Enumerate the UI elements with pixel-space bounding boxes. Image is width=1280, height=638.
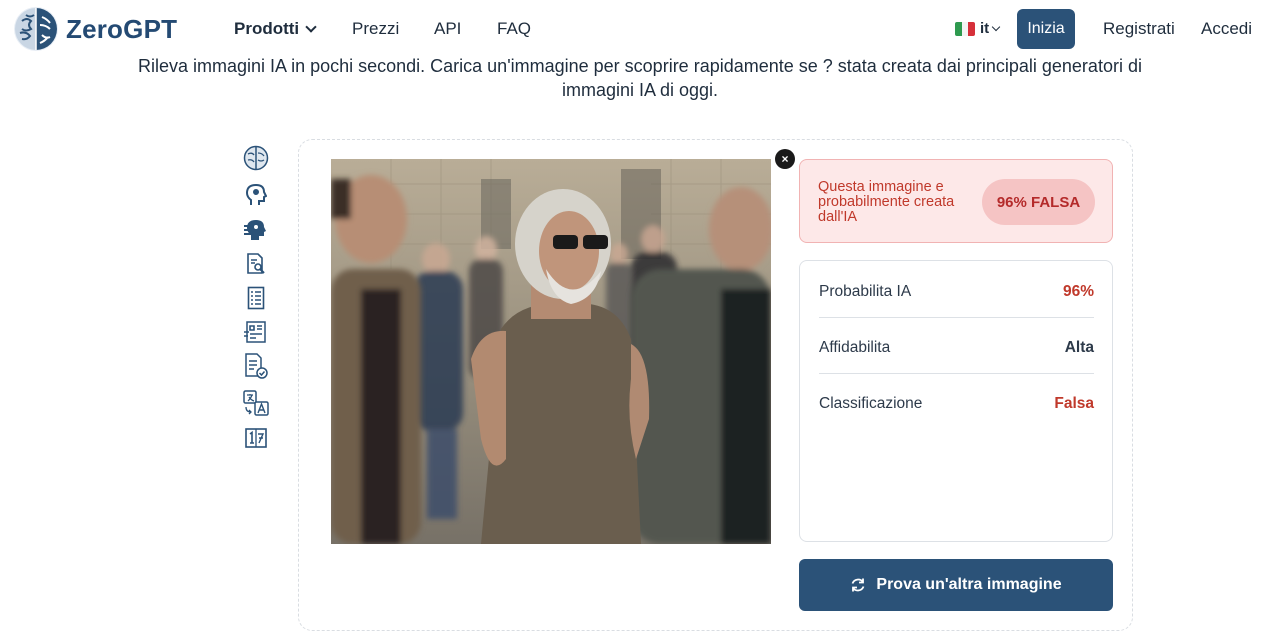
brain-logo-icon	[14, 7, 58, 51]
top-navbar: ZeroGPT Prodotti Prezzi API FAQ it Inizi…	[0, 0, 1280, 58]
uploaded-image	[331, 159, 771, 544]
chevron-down-icon	[991, 22, 1001, 31]
verdict-badge: 96% FALSA	[982, 179, 1095, 225]
register-link[interactable]: Registrati	[1103, 19, 1175, 39]
result-stats-panel: Probabilita IA 96% Affidabilita Alta Cla…	[799, 260, 1113, 542]
nav-prices-link[interactable]: Prezzi	[352, 19, 399, 39]
nav-products-dropdown[interactable]: Prodotti	[234, 19, 317, 39]
language-selector[interactable]: it	[955, 20, 1001, 37]
stat-value: 96%	[1062, 282, 1094, 300]
document-grid-icon[interactable]	[243, 319, 269, 345]
try-another-image-button[interactable]: Prova un'altra immagine	[799, 559, 1113, 611]
italy-flag-icon	[955, 21, 975, 36]
nav-products-label: Prodotti	[234, 19, 300, 38]
brain-icon[interactable]	[243, 145, 269, 171]
document-search-icon[interactable]	[243, 251, 269, 277]
word-count-icon[interactable]	[243, 425, 269, 451]
close-icon: ×	[781, 152, 789, 166]
head-profile-icon[interactable]	[243, 182, 269, 208]
stat-label: Classificazione	[819, 395, 923, 412]
verdict-alert: Questa immagine e probabilmente creata d…	[799, 159, 1113, 243]
nav-api-link[interactable]: API	[434, 19, 461, 39]
verdict-text: Questa immagine e probabilmente creata d…	[818, 179, 955, 225]
stat-row-reliability: Affidabilita Alta	[819, 322, 1094, 374]
remove-image-button[interactable]: ×	[775, 149, 795, 169]
stat-label: Probabilita IA	[819, 282, 912, 300]
language-code: it	[980, 20, 990, 37]
document-check-icon[interactable]	[243, 353, 269, 379]
stat-row-ai-probability: Probabilita IA 96%	[819, 266, 1094, 318]
retry-button-label: Prova un'altra immagine	[876, 576, 1062, 593]
stat-label: Affidabilita	[819, 338, 891, 356]
login-link[interactable]: Accedi	[1201, 19, 1252, 39]
translate-icon[interactable]	[243, 390, 269, 416]
logo[interactable]: ZeroGPT	[12, 5, 177, 53]
logo-text: ZeroGPT	[66, 13, 178, 44]
ai-head-icon[interactable]	[243, 217, 269, 243]
refresh-icon	[852, 578, 865, 592]
nav-faq-link[interactable]: FAQ	[497, 19, 531, 39]
page-subtitle: Rileva immagini IA in pochi secondi. Car…	[138, 56, 1142, 100]
chevron-down-icon	[305, 20, 317, 33]
start-button[interactable]: Inizia	[1017, 9, 1075, 49]
stat-value: Alta	[1064, 338, 1094, 356]
stat-value: Falsa	[1054, 395, 1094, 412]
stat-row-classification: Classificazione Falsa	[819, 378, 1094, 430]
document-list-icon[interactable]	[243, 285, 269, 311]
